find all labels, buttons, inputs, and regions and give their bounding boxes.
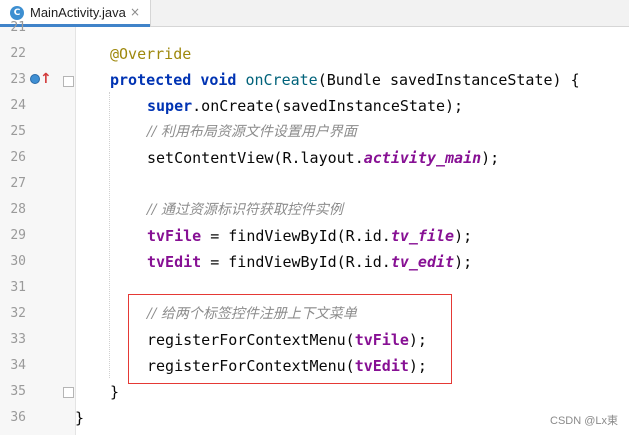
code-line: 27 [0, 171, 629, 197]
code-text: = findViewById(R.id. [201, 253, 391, 271]
code-line: 30 tvEdit = findViewById(R.id.tv_edit); [0, 249, 629, 275]
code-text: ); [481, 149, 500, 167]
line-number: 33 [10, 332, 26, 347]
code-text: = findViewById(R.id. [201, 227, 391, 245]
line-number: 22 [10, 46, 26, 61]
line-number: 25 [10, 124, 26, 139]
code-text: .onCreate(savedInstanceState); [192, 97, 464, 115]
resource-ref: tv_file [390, 227, 455, 245]
line-number: 31 [10, 280, 26, 295]
resource-ref: activity_main [363, 149, 482, 167]
watermark: CSDN @Lx東 [550, 415, 619, 427]
code-line: 28 // 通过资源标识符获取控件实例 [0, 197, 629, 223]
annotation: @Override [110, 45, 192, 63]
line-number: 29 [10, 228, 26, 243]
line-number: 23 [10, 72, 26, 87]
resource-ref: tv_edit [390, 253, 455, 271]
field-ref: tvEdit [147, 253, 202, 271]
keyword: protected [110, 71, 192, 89]
line-number: 35 [10, 384, 26, 399]
code-line: 23 ↑ protected void onCreate(Bundle save… [0, 67, 629, 93]
fold-toggle-icon[interactable] [63, 387, 74, 398]
code-line: 24 super.onCreate(savedInstanceState); [0, 93, 629, 119]
code-text: setContentView(R.layout. [147, 149, 364, 167]
method-params: (Bundle savedInstanceState) { [317, 71, 580, 89]
line-number: 32 [10, 306, 26, 321]
line-number: 28 [10, 202, 26, 217]
code-text: ); [454, 253, 473, 271]
go-to-super-arrow-icon[interactable]: ↑ [40, 70, 52, 88]
keyword: void [200, 71, 237, 89]
closing-brace: } [75, 409, 85, 427]
line-number: 26 [10, 150, 26, 165]
code-comment: // 通过资源标识符获取控件实例 [147, 202, 343, 218]
highlight-box [128, 294, 452, 384]
code-line: 36 } [0, 405, 629, 431]
code-line: 26 setContentView(R.layout.activity_main… [0, 145, 629, 171]
method-name: onCreate [245, 71, 318, 89]
closing-brace: } [110, 383, 120, 401]
code-line: 21 [0, 15, 629, 41]
fold-toggle-icon[interactable] [63, 76, 74, 87]
keyword: super [147, 97, 193, 115]
line-number: 27 [10, 176, 26, 191]
line-number: 30 [10, 254, 26, 269]
line-number: 34 [10, 358, 26, 373]
code-line: 25 // 利用布局资源文件设置用户界面 [0, 119, 629, 145]
override-marker-icon[interactable] [30, 74, 40, 84]
code-text: ); [454, 227, 473, 245]
field-ref: tvFile [147, 227, 202, 245]
code-comment: // 利用布局资源文件设置用户界面 [147, 124, 357, 140]
line-number: 36 [10, 410, 26, 425]
code-line: 29 tvFile = findViewById(R.id.tv_file); [0, 223, 629, 249]
code-line: 22 @Override [0, 41, 629, 67]
line-number: 21 [10, 20, 26, 35]
line-number: 24 [10, 98, 26, 113]
